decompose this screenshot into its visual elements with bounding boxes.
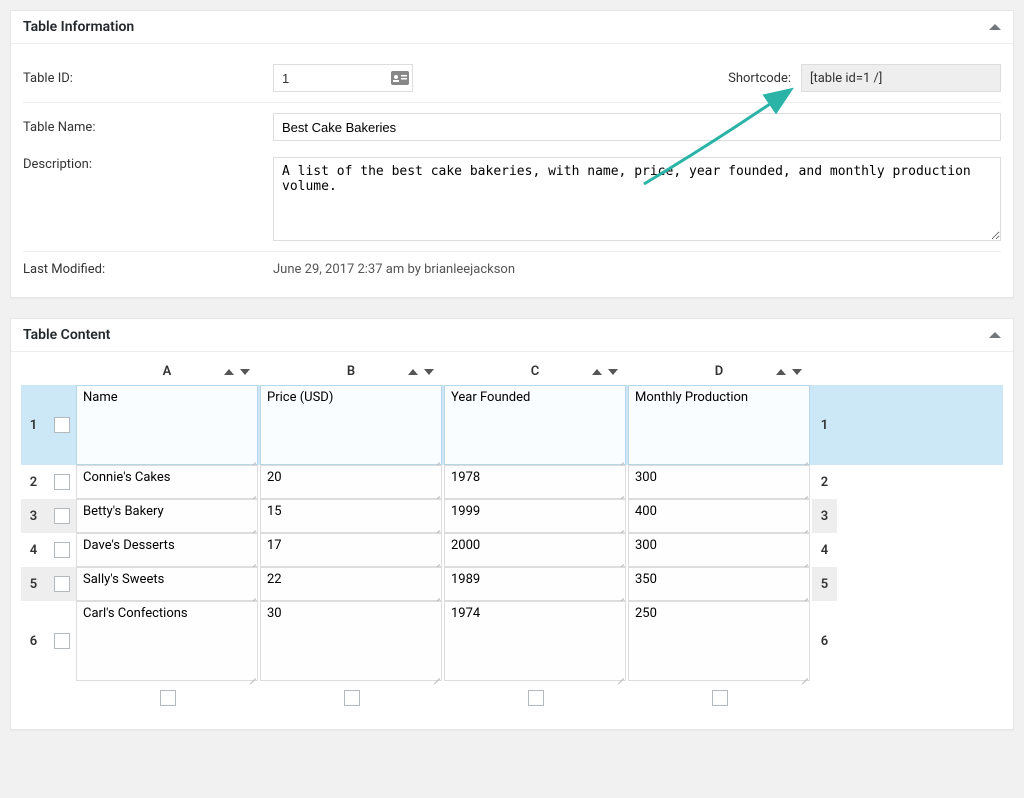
row-number-left[interactable]: 6 bbox=[21, 601, 46, 681]
row-number-right[interactable]: 3 bbox=[812, 499, 837, 533]
cell-input[interactable] bbox=[260, 499, 442, 533]
cell-input[interactable] bbox=[260, 601, 442, 681]
row-number-right[interactable]: 4 bbox=[812, 533, 837, 567]
row-number-right[interactable]: 5 bbox=[812, 567, 837, 601]
cell-input[interactable] bbox=[76, 533, 258, 567]
last-modified-value: June 29, 2017 2:37 am by brianleejackson bbox=[273, 262, 515, 277]
cell-input[interactable] bbox=[76, 465, 258, 499]
input-description[interactable] bbox=[273, 157, 1001, 241]
cell-input[interactable] bbox=[76, 567, 258, 601]
row-select-checkbox[interactable] bbox=[54, 542, 70, 558]
row-number-left[interactable]: 4 bbox=[21, 533, 46, 567]
label-shortcode: Shortcode: bbox=[728, 71, 791, 86]
cell-input[interactable] bbox=[444, 465, 626, 499]
cell-input[interactable] bbox=[628, 533, 810, 567]
row-select-checkbox[interactable] bbox=[54, 474, 70, 490]
cell-input[interactable] bbox=[628, 465, 810, 499]
row-select-checkbox[interactable] bbox=[54, 508, 70, 524]
cell-input[interactable] bbox=[76, 385, 258, 465]
row-number-left[interactable]: 2 bbox=[21, 465, 46, 499]
label-description: Description: bbox=[23, 157, 273, 172]
sort-asc-icon[interactable] bbox=[224, 369, 234, 375]
cell-input[interactable] bbox=[628, 499, 810, 533]
cell-input[interactable] bbox=[260, 465, 442, 499]
column-select-a[interactable] bbox=[160, 690, 176, 706]
column-select-c[interactable] bbox=[528, 690, 544, 706]
table-row: 44 bbox=[21, 533, 1003, 567]
row-select-checkbox[interactable] bbox=[54, 576, 70, 592]
cell-input[interactable] bbox=[444, 601, 626, 681]
panel-header-table-content[interactable]: Table Content bbox=[11, 319, 1013, 352]
cell-input[interactable] bbox=[444, 567, 626, 601]
cell-input[interactable] bbox=[260, 533, 442, 567]
row-number-right[interactable]: 1 bbox=[812, 385, 837, 465]
table-row: 33 bbox=[21, 499, 1003, 533]
cell-input[interactable] bbox=[260, 567, 442, 601]
row-number-right[interactable]: 6 bbox=[812, 601, 837, 681]
column-header-d[interactable]: D bbox=[628, 360, 810, 383]
shortcode-value[interactable]: [table id=1 /] bbox=[801, 64, 1001, 92]
sort-desc-icon[interactable] bbox=[792, 369, 802, 375]
column-checkbox-row bbox=[76, 687, 978, 709]
input-table-name[interactable] bbox=[273, 113, 1001, 141]
column-select-d[interactable] bbox=[712, 690, 728, 706]
sort-asc-icon[interactable] bbox=[408, 369, 418, 375]
column-header-b[interactable]: B bbox=[260, 360, 442, 383]
row-number-left[interactable]: 5 bbox=[21, 567, 46, 601]
row-select-checkbox[interactable] bbox=[54, 417, 70, 433]
id-card-icon bbox=[391, 71, 409, 85]
table-row: 22 bbox=[21, 465, 1003, 499]
row-number-left[interactable]: 1 bbox=[21, 385, 46, 465]
panel-title: Table Information bbox=[23, 19, 134, 35]
panel-title: Table Content bbox=[23, 327, 110, 343]
cell-input[interactable] bbox=[260, 385, 442, 465]
sort-desc-icon[interactable] bbox=[608, 369, 618, 375]
cell-input[interactable] bbox=[444, 385, 626, 465]
sort-asc-icon[interactable] bbox=[776, 369, 786, 375]
row-number-left[interactable]: 3 bbox=[21, 499, 46, 533]
label-last-modified: Last Modified: bbox=[23, 262, 273, 277]
collapse-icon[interactable] bbox=[989, 332, 1001, 338]
label-table-name: Table Name: bbox=[23, 120, 273, 135]
table-row: 66 bbox=[21, 601, 1003, 681]
cell-input[interactable] bbox=[628, 567, 810, 601]
table-row: 55 bbox=[21, 567, 1003, 601]
column-header-row: A B C D bbox=[76, 360, 978, 383]
panel-header-table-information[interactable]: Table Information bbox=[11, 11, 1013, 44]
label-table-id: Table ID: bbox=[23, 71, 273, 86]
sort-desc-icon[interactable] bbox=[424, 369, 434, 375]
column-header-c[interactable]: C bbox=[444, 360, 626, 383]
cell-input[interactable] bbox=[444, 533, 626, 567]
cell-input[interactable] bbox=[628, 385, 810, 465]
panel-table-content: Table Content A B C D 112233445566 bbox=[10, 318, 1014, 730]
cell-input[interactable] bbox=[76, 499, 258, 533]
row-number-right[interactable]: 2 bbox=[812, 465, 837, 499]
collapse-icon[interactable] bbox=[989, 24, 1001, 30]
column-select-b[interactable] bbox=[344, 690, 360, 706]
table-row: 11 bbox=[21, 385, 1003, 465]
row-select-checkbox[interactable] bbox=[54, 633, 70, 649]
sort-asc-icon[interactable] bbox=[592, 369, 602, 375]
cell-input[interactable] bbox=[444, 499, 626, 533]
panel-table-information: Table Information Table ID: Shortcode: [… bbox=[10, 10, 1014, 298]
cell-input[interactable] bbox=[76, 601, 258, 681]
cell-input[interactable] bbox=[628, 601, 810, 681]
column-header-a[interactable]: A bbox=[76, 360, 258, 383]
sort-desc-icon[interactable] bbox=[240, 369, 250, 375]
